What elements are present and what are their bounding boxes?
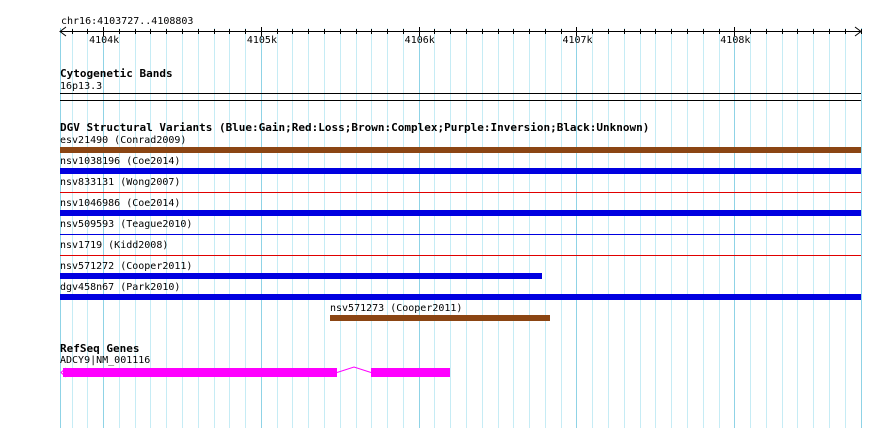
ruler-tick-label: 4104k xyxy=(89,35,120,46)
variant-label[interactable]: nsv571273 (Cooper2011) xyxy=(330,303,462,314)
dgv-track-title: DGV Structural Variants (Blue:Gain;Red:L… xyxy=(60,121,650,134)
ruler-tick-label: 4108k xyxy=(720,35,751,46)
cytoband-label: 16p13.3 xyxy=(60,81,103,92)
gene-label[interactable]: ADCY9|NM_001116 xyxy=(60,355,150,366)
variant-label[interactable]: nsv1719 (Kidd2008) xyxy=(60,240,168,251)
variant-bar[interactable] xyxy=(60,147,861,153)
variant-bar[interactable] xyxy=(60,168,861,174)
variant-label[interactable]: dgv458n67 (Park2010) xyxy=(60,282,180,293)
variant-bar[interactable] xyxy=(330,315,550,321)
cytogenetic-bands-title: Cytogenetic Bands xyxy=(60,67,173,80)
gene-exon[interactable] xyxy=(63,368,337,377)
dgv-structural-variants-track[interactable] xyxy=(60,147,861,321)
variant-bar[interactable] xyxy=(60,294,861,300)
variant-label[interactable]: nsv571272 (Cooper2011) xyxy=(60,261,192,272)
variant-bar[interactable] xyxy=(60,210,861,216)
gene-exon[interactable] xyxy=(371,368,450,377)
variant-label[interactable]: nsv1046986 (Coe2014) xyxy=(60,198,180,209)
variant-label[interactable]: nsv833131 (Wong2007) xyxy=(60,177,180,188)
ruler-tick-label: 4106k xyxy=(404,35,435,46)
variant-bar[interactable] xyxy=(60,273,542,279)
ruler-tick-label: 4107k xyxy=(562,35,593,46)
refseq-track-title: RefSeq Genes xyxy=(60,342,140,355)
variant-label[interactable]: nsv509593 (Teague2010) xyxy=(60,219,192,230)
cytogenetic-bands-track[interactable] xyxy=(60,93,861,101)
variant-label[interactable]: nsv1038196 (Coe2014) xyxy=(60,156,180,167)
gene-intron xyxy=(336,366,372,373)
variant-label[interactable]: esv21490 (Conrad2009) xyxy=(60,135,186,146)
locus-label: chr16:4103727..4108803 xyxy=(61,16,194,27)
refseq-genes-track[interactable] xyxy=(60,366,450,378)
ruler-tick-label: 4105k xyxy=(246,35,277,46)
